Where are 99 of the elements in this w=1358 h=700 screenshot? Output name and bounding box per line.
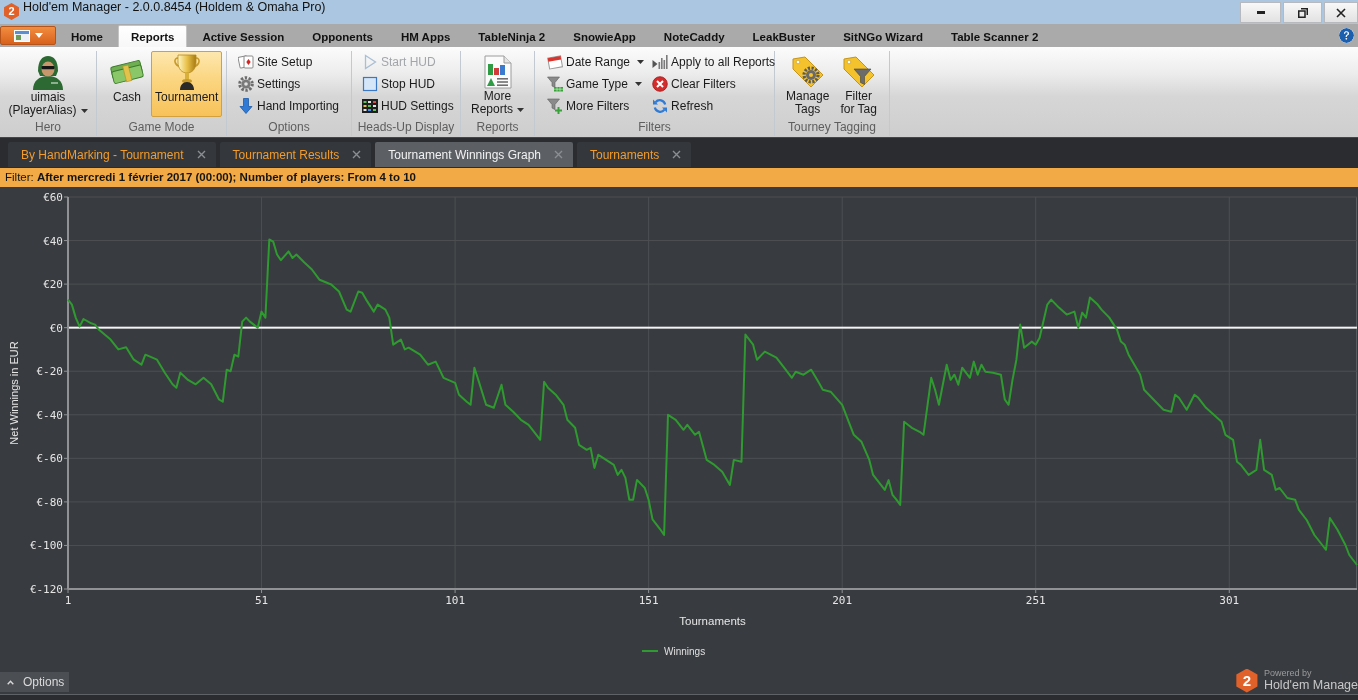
document-tab[interactable]: Tournament Winnings Graph (375, 142, 573, 167)
close-icon[interactable] (196, 150, 206, 159)
x-tick-label: 201 (832, 594, 853, 607)
document-tab[interactable]: By HandMarking - Tournament (8, 142, 216, 167)
chevron-up-icon (7, 679, 14, 685)
group-label: Heads-Up Display (357, 119, 455, 136)
product-name: Hold'em Manage (1263, 678, 1358, 693)
y-tick-label: €-40 (36, 408, 63, 422)
tag-button[interactable]: Manage Tags (782, 51, 834, 117)
window-title: Hold'em Manager - 2.0.0.8454 (Holdem & Omaha Pro) (23, 0, 326, 15)
funnel-icon (547, 76, 563, 92)
ribbon-tab[interactable]: HM Apps (387, 25, 464, 47)
ribbon-tab[interactable]: LeakBuster (739, 25, 829, 47)
y-tick-label: €60 (43, 191, 63, 204)
calendar-icon (547, 54, 563, 70)
funnel-plus-icon (547, 98, 563, 114)
x-tick-label: 101 (445, 594, 465, 607)
close-icon[interactable] (352, 150, 362, 159)
more-reports-button[interactable]: More Reports (467, 51, 528, 117)
ribbon-button[interactable]: Site Setup (236, 51, 342, 73)
app-logo: 2 (1234, 668, 1259, 693)
refresh-icon (652, 98, 669, 114)
document-tab[interactable]: Tournament Results (219, 142, 372, 167)
mode-button[interactable]: Tournament (151, 51, 223, 117)
tag-button[interactable]: Filter for Tag (836, 51, 881, 117)
y-tick-label: €-100 (29, 539, 63, 553)
avatar-icon (32, 54, 64, 90)
ribbon-button[interactable]: Apply to all Reports (650, 51, 778, 73)
ribbon-button[interactable]: Settings (236, 73, 342, 95)
minimize-button[interactable] (1240, 2, 1281, 23)
ribbon-button[interactable]: Game Type (545, 73, 647, 95)
money-stack-icon (109, 57, 145, 87)
ribbon-button[interactable]: Clear Filters (650, 73, 778, 95)
tag-funnel-icon (842, 55, 875, 88)
caret-icon (34, 33, 43, 38)
group-label: Hero (35, 119, 61, 136)
tag-gear-icon (791, 55, 824, 88)
close-button[interactable] (1324, 2, 1358, 23)
down-arrow-icon (238, 98, 254, 114)
ribbon-button[interactable]: More Filters (545, 95, 647, 117)
app-logo: 2 (3, 3, 20, 20)
hud-grid-icon (362, 98, 378, 114)
close-icon (1336, 7, 1346, 18)
ribbon-button[interactable]: Refresh (650, 95, 778, 117)
ribbon-tab[interactable]: Table Scanner 2 (937, 25, 1052, 47)
restore-icon (1297, 7, 1308, 18)
help-icon[interactable] (1339, 28, 1354, 43)
ribbon-tab[interactable]: Opponents (299, 25, 386, 47)
group-label: Options (268, 119, 310, 136)
ribbon-button[interactable]: Date Range (545, 51, 647, 73)
x-tick-label: 1 (64, 594, 72, 607)
bar-chart-icon (652, 54, 669, 70)
legend-line-icon (642, 650, 658, 652)
powered-by-caption: Powered by (1263, 668, 1313, 678)
group-label: Game Mode (128, 119, 195, 136)
ribbon-button[interactable]: Stop HUD (360, 73, 456, 95)
x-tick-label: 51 (254, 594, 269, 607)
ribbon-tab[interactable]: Home (58, 25, 116, 47)
group-label: Reports (476, 119, 519, 136)
y-tick-label: €-80 (36, 495, 63, 509)
ribbon-tab[interactable]: SitNGo Wizard (830, 25, 936, 47)
options-button[interactable]: Options (0, 672, 70, 692)
x-tick-label: 301 (1219, 594, 1240, 607)
y-axis-title: Net Winnings in EUR (8, 341, 20, 445)
trophy-icon (172, 54, 201, 90)
stop-icon (362, 76, 378, 92)
x-tick-label: 151 (638, 594, 659, 607)
ribbon-tab[interactable]: Active Session (189, 25, 298, 47)
ribbon-tab[interactable]: SnowieApp (560, 25, 649, 47)
x-circle-icon (652, 76, 669, 92)
ribbon-button[interactable]: HUD Settings (360, 95, 456, 117)
y-tick-label: €-120 (29, 583, 63, 596)
mode-button[interactable]: Cash (105, 51, 149, 117)
play-icon (362, 54, 378, 70)
y-tick-label: €-20 (36, 365, 63, 379)
y-tick-label: €-60 (36, 452, 63, 466)
report-document-icon (483, 54, 512, 89)
legend-label: Winnings (664, 646, 706, 657)
filter-bar: Filter: After mercredi 1 février 2017 (00:00); Number of players: From 4 to 10 (0, 167, 1358, 187)
gear-icon (238, 76, 254, 92)
minimize-icon (1256, 11, 1265, 14)
app-menu-button[interactable] (0, 26, 56, 45)
ribbon-button[interactable]: Hand Importing (236, 95, 342, 117)
playing-cards-icon (238, 54, 254, 70)
y-tick-label: €20 (43, 278, 63, 292)
y-tick-label: €0 (49, 321, 63, 335)
x-tick-label: 251 (1025, 594, 1046, 607)
ribbon-tab[interactable]: Reports (117, 25, 188, 47)
x-axis-title: Tournaments (679, 615, 746, 627)
window-icon (13, 29, 30, 42)
restore-button[interactable] (1283, 2, 1322, 23)
close-icon[interactable] (672, 150, 682, 159)
y-tick-label: €40 (43, 234, 63, 248)
ribbon-tab[interactable]: TableNinja 2 (465, 25, 559, 47)
document-tab[interactable]: Tournaments (577, 142, 692, 167)
group-label: Tourney Tagging (788, 119, 876, 136)
player-button[interactable]: uimais (PlayerAlias) (4, 51, 92, 117)
group-label: Filters (638, 119, 671, 136)
ribbon-tab[interactable]: NoteCaddy (650, 25, 738, 47)
